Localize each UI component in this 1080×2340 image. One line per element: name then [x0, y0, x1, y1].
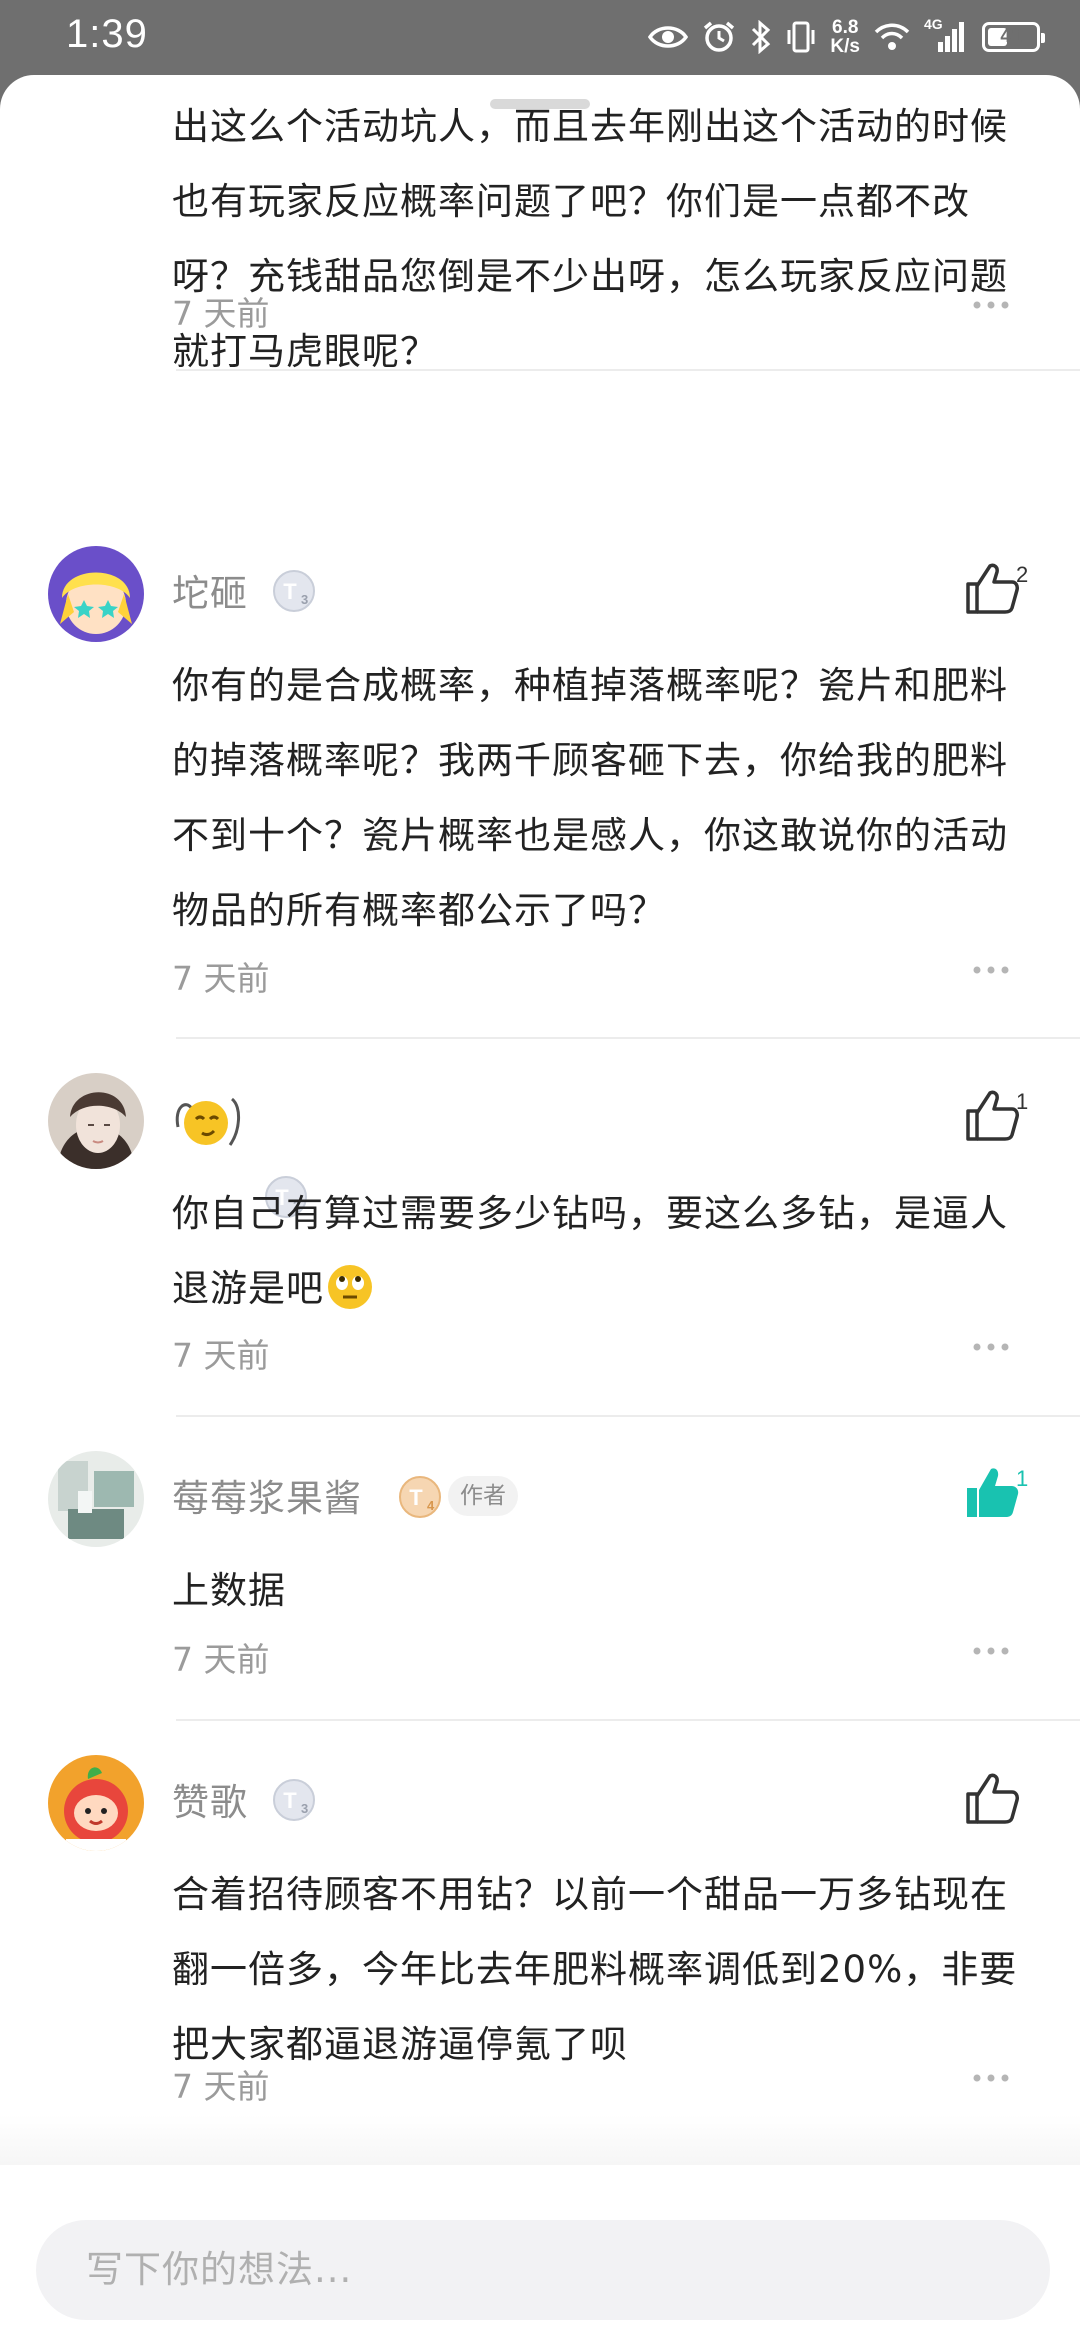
level-badge-icon: T 4 [399, 1476, 441, 1518]
level-badge-icon: T 3 [273, 570, 315, 612]
avatar[interactable] [48, 1755, 144, 1851]
avatar[interactable] [48, 546, 144, 642]
comment-text: 你自己有算过需要多少钻吗，要这么多钻，是逼人退游是吧 [172, 1192, 1008, 1310]
more-icon[interactable] [972, 1645, 1010, 1657]
comment-time: 7 天前 [172, 2067, 270, 2106]
username[interactable]: 赞歌 [172, 1772, 248, 1826]
avatar[interactable] [48, 1451, 144, 1547]
comment-input[interactable]: 写下你的想法... [36, 2220, 1050, 2320]
status-time: 1:39 [66, 12, 148, 56]
divider [176, 1415, 1080, 1417]
more-icon[interactable] [972, 1341, 1010, 1353]
alarm-icon [704, 21, 735, 52]
like-button[interactable] [964, 1772, 1034, 1832]
username-emoji-image [175, 1097, 240, 1146]
comment-text: 上数据 [172, 1569, 286, 1612]
comment-text: 合着招待顾客不用钻？以前一个甜品一万多钻现在翻一倍多，今年比去年肥料概率调低到2… [172, 1873, 1018, 2066]
divider [176, 1719, 1080, 1721]
username[interactable] [172, 1087, 246, 1151]
battery-icon: 41 [982, 22, 1045, 52]
like-count: 1 [1016, 1466, 1029, 1491]
comment-time: 7 天前 [172, 959, 270, 998]
comment-text: 你有的是合成概率，种植掉落概率呢？瓷片和肥料的掉落概率呢？我两千顾客砸下去，你给… [172, 664, 1008, 932]
scroll-fade [0, 2115, 1080, 2165]
svg-text:T: T [283, 579, 297, 604]
level-badge-icon: T 3 [273, 1779, 315, 1821]
more-icon[interactable] [972, 964, 1010, 976]
svg-text:T: T [409, 1485, 423, 1510]
svg-text:4: 4 [427, 1498, 435, 1513]
eye-icon [648, 26, 689, 48]
comment-time: 7 天前 [172, 1640, 270, 1679]
wifi-icon [874, 23, 910, 50]
divider [176, 369, 1080, 371]
comment-text: 出这么个活动坑人，而且去年刚出这个活动的时候也有玩家反应概率问题了吧？你们是一点… [172, 105, 1008, 373]
more-icon[interactable] [972, 299, 1010, 311]
comment-time: 7 天前 [172, 294, 270, 333]
svg-text:3: 3 [301, 1801, 308, 1816]
status-icons: 6.8 K/s 4G 41 [648, 14, 1045, 60]
svg-text:T: T [283, 1788, 297, 1813]
thumbs-up-filled-icon [967, 1468, 1019, 1517]
like-count: 2 [1016, 562, 1029, 587]
divider [176, 1037, 1080, 1039]
more-icon[interactable] [972, 2072, 1010, 2084]
comment-input-bar: 写下你的想法... [0, 2165, 1080, 2340]
svg-text:3: 3 [301, 592, 308, 607]
vibrate-icon [787, 21, 815, 53]
username[interactable]: 莓莓浆果酱 [172, 1468, 362, 1522]
status-bar: 1:39 6.8 K/s 4G 41 [0, 0, 1080, 75]
eye-roll-emoji-icon [328, 1265, 372, 1309]
avatar[interactable] [48, 1073, 144, 1169]
net-speed: 6.8 K/s [830, 17, 860, 57]
bluetooth-icon [752, 20, 771, 54]
thumbs-up-icon [966, 563, 1019, 614]
author-tag: 作者 [448, 1476, 518, 1516]
thumbs-up-icon [966, 1773, 1019, 1824]
thumbs-up-icon [966, 1090, 1019, 1141]
comment-sheet: 出这么个活动坑人，而且去年刚出这个活动的时候也有玩家反应概率问题了吧？你们是一点… [0, 75, 1080, 2340]
like-count: 1 [1016, 1089, 1029, 1114]
signal-icon: 4G [924, 16, 968, 54]
comment-time: 7 天前 [172, 1336, 270, 1375]
username[interactable]: 坨砸 [172, 563, 248, 617]
